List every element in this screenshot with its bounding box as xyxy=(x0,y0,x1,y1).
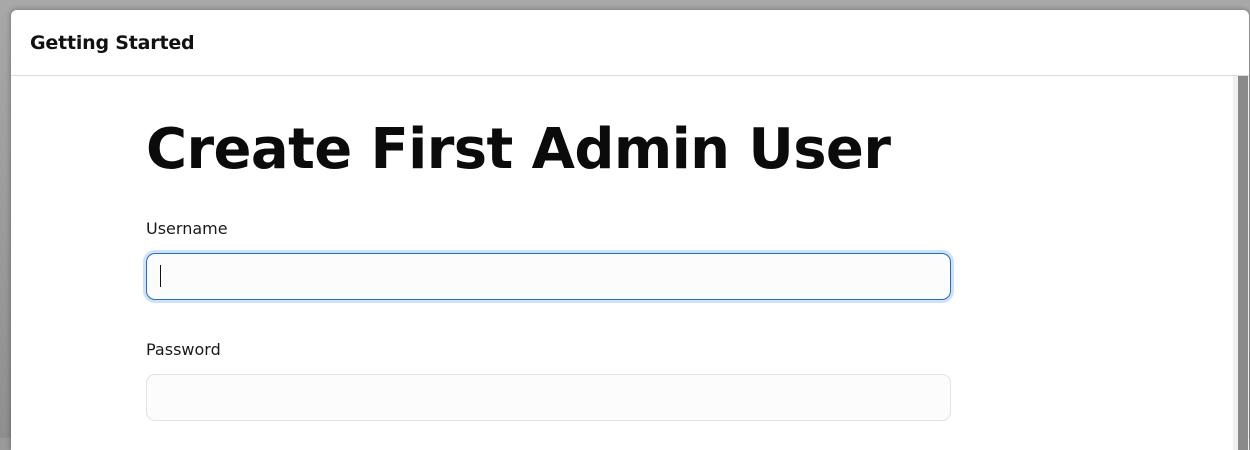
username-input[interactable] xyxy=(146,253,951,300)
page-title: Create First Admin User xyxy=(146,117,891,182)
dialog-title: Getting Started xyxy=(30,31,195,54)
password-input[interactable] xyxy=(146,374,951,421)
text-cursor xyxy=(160,265,161,287)
dialog-body: Create First Admin User Username Passwor… xyxy=(11,76,1233,450)
scrollbar-thumb[interactable] xyxy=(1238,76,1248,450)
dialog-header: Getting Started xyxy=(11,10,1249,76)
vertical-scrollbar[interactable] xyxy=(1233,76,1249,450)
password-label: Password xyxy=(146,340,221,359)
username-label: Username xyxy=(146,219,228,238)
getting-started-dialog: Getting Started Create First Admin User … xyxy=(11,10,1249,450)
